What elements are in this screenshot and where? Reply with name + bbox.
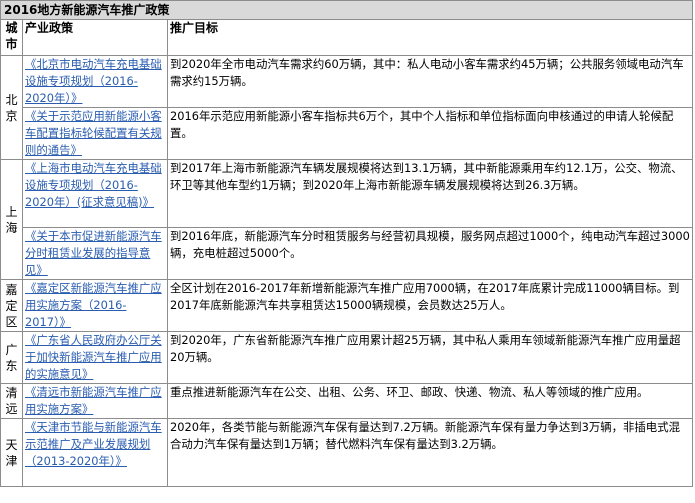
goal-text: 到2017年上海市新能源汽车辆发展规模将达到13.1万辆，其中新能源乘用车约12… bbox=[167, 159, 693, 228]
city-cell: 北京 bbox=[0, 55, 23, 160]
city-cell: 广东 bbox=[0, 331, 23, 384]
policy-link[interactable]: 《上海市电动汽车充电基础设施专项规划（2016-2020年）(征求意见稿)》 bbox=[22, 159, 168, 228]
header-city: 城市 bbox=[0, 19, 23, 56]
table-row: 《关于示范应用新能源小客车配置指标轮候配置有关规则的通告》 2016年示范应用新… bbox=[1, 107, 693, 160]
table-row: 《关于本市促进新能源汽车分时租赁业发展的指导意见》 到2016年底，新能源汽车分… bbox=[1, 227, 693, 280]
header-row: 城市 产业政策 推广目标 bbox=[0, 19, 693, 56]
table-row: 北京 《北京市电动汽车充电基础设施专项规划（2016-2020年）》 到2020… bbox=[0, 55, 693, 160]
city-cell: 上海 bbox=[0, 159, 23, 280]
table-row: 清远 《清远市新能源汽车推广应用实施方案》 重点推进新能源汽车在公交、出租、公务… bbox=[0, 383, 693, 419]
goal-text: 到2016年底，新能源汽车分时租赁服务与经营初具规模，服务网点超过1000个，纯… bbox=[167, 227, 693, 280]
table-row: 嘉定区 《嘉定区新能源汽车推广应用实施方案（2016-2017）》 全区计划在2… bbox=[0, 279, 693, 332]
policy-link[interactable]: 《天津市节能与新能源汽车示范推广及产业发展规划（2013-2020年）》 bbox=[22, 418, 168, 487]
table-row: 天津 《天津市节能与新能源汽车示范推广及产业发展规划（2013-2020年）》 … bbox=[0, 418, 693, 487]
header-goal: 推广目标 bbox=[167, 19, 693, 56]
title-row: 2016地方新能源汽车推广政策 bbox=[0, 0, 693, 20]
policy-link[interactable]: 《关于本市促进新能源汽车分时租赁业发展的指导意见》 bbox=[22, 227, 168, 280]
goal-text: 到2020年，广东省新能源汽车推广应用累计超25万辆，其中私人乘用车领域新能源汽… bbox=[167, 331, 693, 384]
policy-link[interactable]: 《广东省人民政府办公厅关于加快新能源汽车推广应用的实施意见》 bbox=[22, 331, 168, 384]
policy-link[interactable]: 《清远市新能源汽车推广应用实施方案》 bbox=[22, 383, 168, 419]
goal-text: 2020年，各类节能与新能源汽车保有量达到7.2万辆。新能源汽车保有量力争达到3… bbox=[167, 418, 693, 487]
policy-link[interactable]: 《嘉定区新能源汽车推广应用实施方案（2016-2017）》 bbox=[22, 279, 168, 332]
goal-text: 2016年示范应用新能源小客车指标共6万个，其中个人指标和单位指标面向申核通过的… bbox=[167, 107, 693, 160]
goal-text: 全区计划在2016-2017年新增新能源汽车推广应用7000辆，在2017年底累… bbox=[167, 279, 693, 332]
table-row: 广东 《广东省人民政府办公厅关于加快新能源汽车推广应用的实施意见》 到2020年… bbox=[0, 331, 693, 384]
goal-text: 到2020年全市电动汽车需求约60万辆，其中：私人电动小客车需求约45万辆；公共… bbox=[167, 55, 693, 108]
goal-text: 重点推进新能源汽车在公交、出租、公务、环卫、邮政、快递、物流、私人等领域的推广应… bbox=[167, 383, 693, 419]
city-cell: 天津 bbox=[0, 418, 23, 487]
policy-link[interactable]: 《关于示范应用新能源小客车配置指标轮候配置有关规则的通告》 bbox=[22, 107, 168, 160]
policy-table: 2016地方新能源汽车推广政策 城市 产业政策 推广目标 北京 《北京市电动汽车… bbox=[0, 0, 693, 487]
header-policy: 产业政策 bbox=[22, 19, 168, 56]
table-row: 上海 《上海市电动汽车充电基础设施专项规划（2016-2020年）(征求意见稿)… bbox=[0, 159, 693, 280]
city-cell: 嘉定区 bbox=[0, 279, 23, 332]
table-title: 2016地方新能源汽车推广政策 bbox=[0, 0, 693, 20]
city-cell: 清远 bbox=[0, 383, 23, 419]
policy-link[interactable]: 《北京市电动汽车充电基础设施专项规划（2016-2020年）》 bbox=[22, 55, 168, 108]
policy-table-container: 2016地方新能源汽车推广政策 城市 产业政策 推广目标 北京 《北京市电动汽车… bbox=[0, 0, 695, 503]
